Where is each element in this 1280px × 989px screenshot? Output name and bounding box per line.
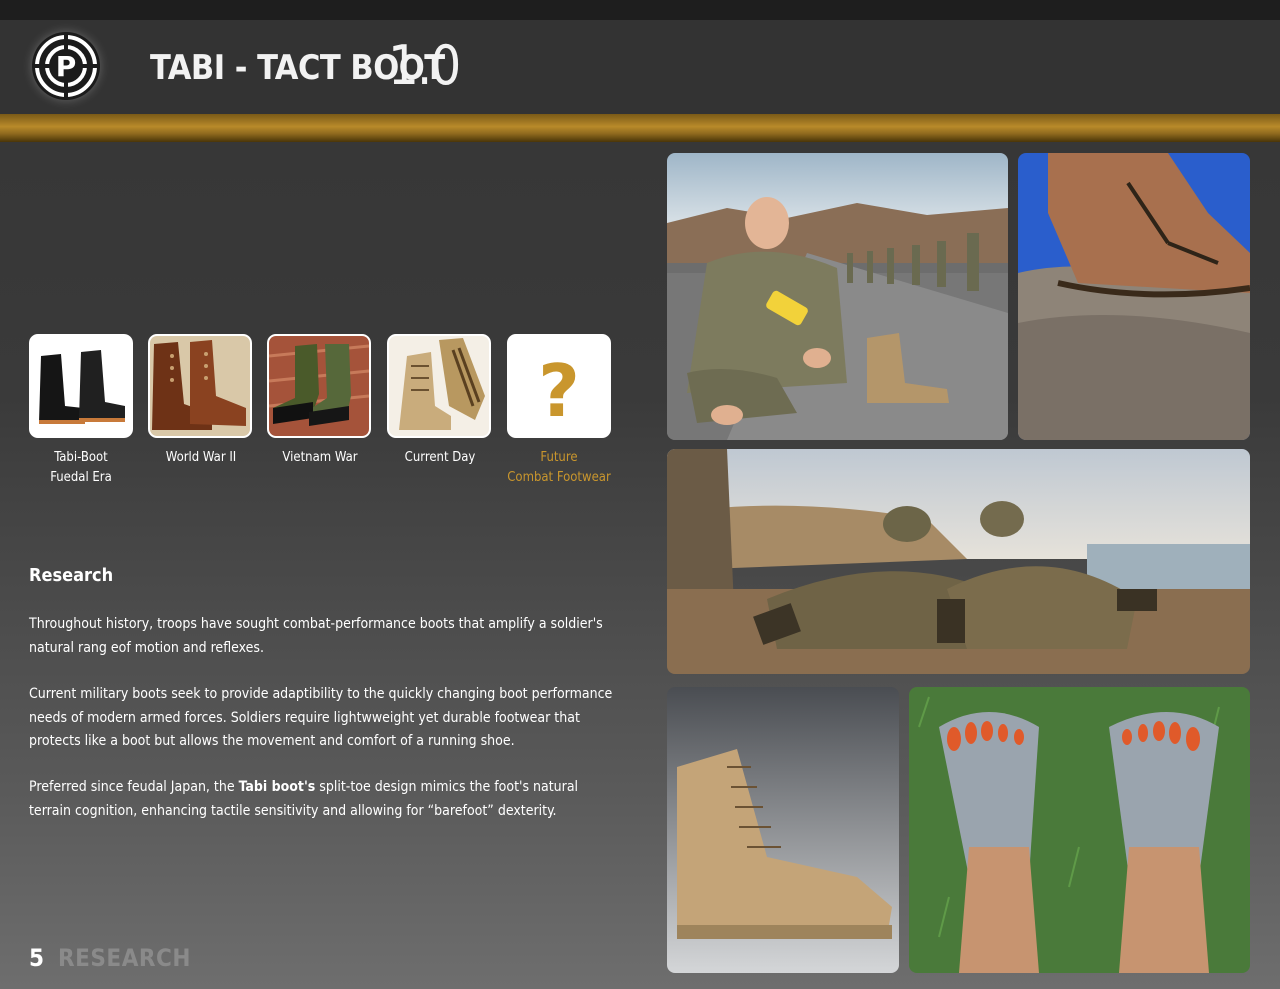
- research-paragraph-3: Preferred since feudal Japan, the Tabi b…: [29, 779, 579, 819]
- era-thumb-current-day: [387, 334, 491, 438]
- era-label-vietnam-war: Vietnam War: [282, 450, 358, 465]
- era-thumb-tabi-boot: [29, 334, 133, 438]
- gold-divider-bar: [0, 114, 1280, 142]
- photo-soldiers-prone-position: [667, 449, 1250, 674]
- era-thumb-world-war-ii: [148, 334, 252, 438]
- page-header: P TABI - TACT BOOT 1.0: [0, 20, 1280, 114]
- section-label: RESEARCH: [58, 944, 191, 972]
- era-label-world-war-ii: World War II: [165, 450, 237, 465]
- page-number: 5: [29, 944, 45, 972]
- top-strip: [0, 0, 1280, 20]
- svg-text:P: P: [56, 50, 77, 83]
- research-paragraph-1: Throughout history, troops have sought c…: [29, 616, 603, 656]
- photo-toe-shoes-on-grass: [909, 687, 1250, 973]
- research-paragraph-2: Current military boots seek to provide a…: [29, 686, 613, 749]
- photo-desert-boot: [667, 687, 899, 973]
- brand-logo-mark: P: [32, 32, 100, 100]
- era-label-future: Future Combat Footwear: [507, 450, 611, 485]
- era-label-current-day: Current Day: [404, 450, 476, 465]
- era-thumb-vietnam-war: [267, 334, 371, 438]
- photo-sandal-on-rock: [1018, 153, 1250, 440]
- era-label-tabi-boot: Tabi-Boot Fuedal Era: [50, 450, 112, 485]
- era-thumb-future-combat-footwear: ?: [507, 334, 611, 438]
- photo-soldier-resting-feet: [667, 153, 1008, 440]
- research-heading: Research: [29, 565, 114, 586]
- version-number: 1.0: [388, 34, 461, 97]
- brand-logo: P: [32, 32, 100, 100]
- question-mark-icon: ?: [538, 349, 580, 433]
